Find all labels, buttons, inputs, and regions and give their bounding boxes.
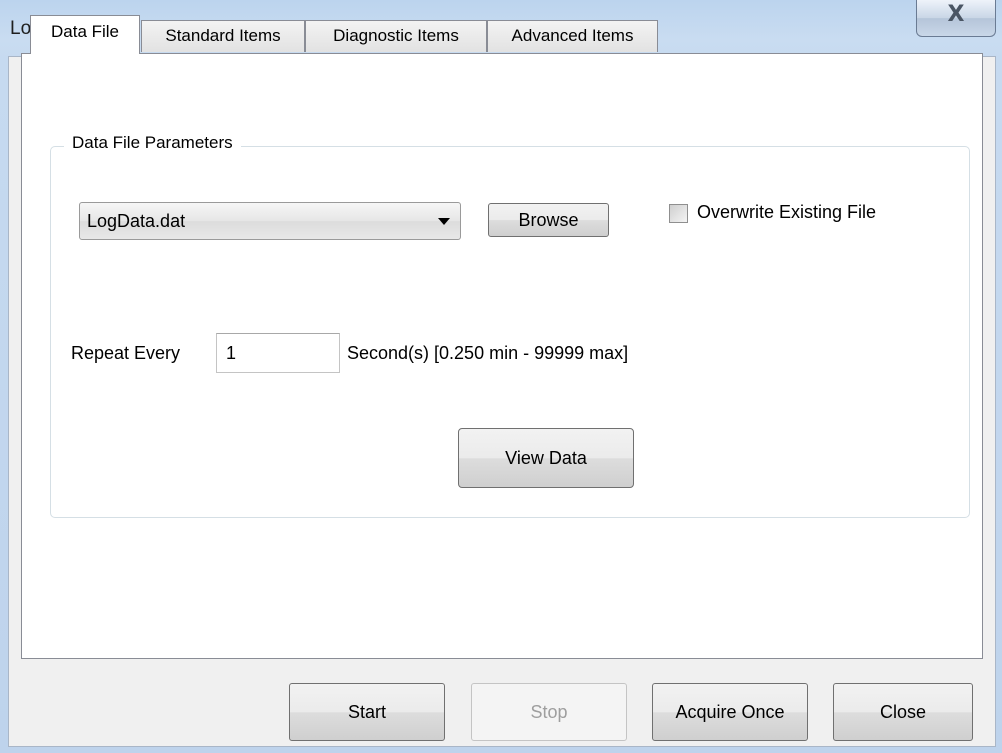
- data-file-select-value: LogData.dat: [87, 211, 186, 231]
- acquire-once-button-label: Acquire Once: [675, 702, 785, 722]
- stop-button[interactable]: Stop: [471, 683, 627, 741]
- tab-advanced-items[interactable]: Advanced Items: [487, 20, 658, 52]
- repeat-range-label: Second(s) [0.250 min - 99999 max]: [347, 343, 629, 363]
- tab-label: Advanced Items: [511, 26, 634, 45]
- tab-diagnostic-items[interactable]: Diagnostic Items: [305, 20, 487, 52]
- tab-standard-items[interactable]: Standard Items: [141, 20, 305, 52]
- tab-label: Data File: [50, 22, 120, 41]
- start-button[interactable]: Start: [289, 683, 445, 741]
- chevron-down-icon[interactable]: [438, 218, 450, 225]
- view-data-button[interactable]: View Data: [458, 428, 634, 488]
- browse-button-label: Browse: [518, 210, 579, 230]
- start-button-label: Start: [347, 702, 386, 722]
- repeat-every-label: Repeat Every: [71, 343, 181, 363]
- tab-label: Standard Items: [165, 26, 281, 45]
- close-button[interactable]: Close: [833, 683, 973, 741]
- window-close-button[interactable]: X: [916, 0, 996, 37]
- tab-data-file[interactable]: Data File: [30, 15, 140, 54]
- browse-button[interactable]: Browse: [488, 203, 609, 237]
- data-file-select[interactable]: LogData.dat: [79, 202, 461, 240]
- overwrite-existing-file-checkbox[interactable]: [669, 204, 688, 223]
- tab-label: Diagnostic Items: [333, 26, 459, 45]
- group-title: Data File Parameters: [64, 133, 241, 153]
- close-icon: X: [947, 2, 965, 27]
- close-button-label: Close: [879, 702, 927, 722]
- view-data-button-label: View Data: [505, 448, 587, 468]
- repeat-interval-input[interactable]: [216, 333, 340, 373]
- acquire-once-button[interactable]: Acquire Once: [652, 683, 808, 741]
- stop-button-label: Stop: [530, 702, 568, 722]
- overwrite-existing-file-label[interactable]: Overwrite Existing File: [697, 202, 876, 223]
